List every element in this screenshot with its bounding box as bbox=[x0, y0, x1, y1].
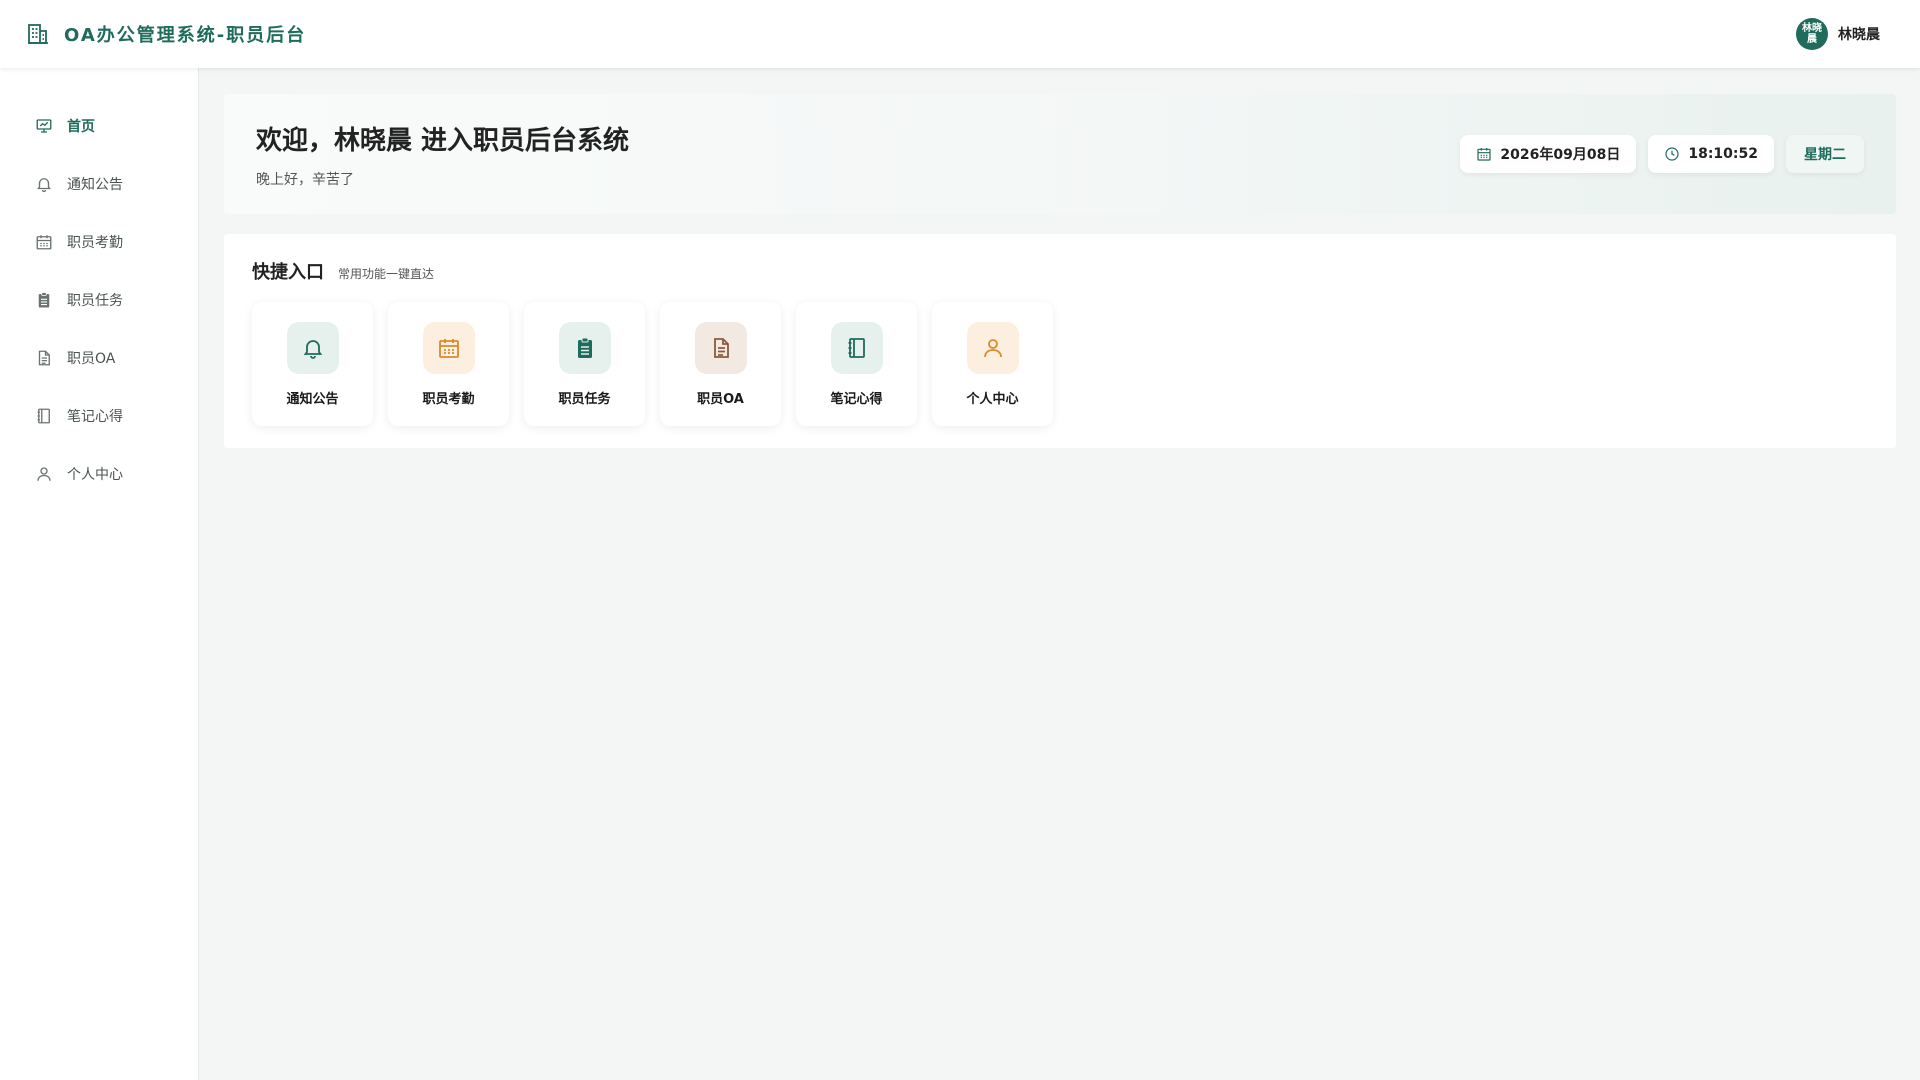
calendar-icon bbox=[1477, 148, 1492, 161]
sidebar-item-attendance[interactable]: 职员考勤 bbox=[0, 213, 198, 271]
sidebar-item-label: 首页 bbox=[67, 119, 95, 135]
calendar-icon bbox=[438, 339, 459, 358]
card-icon-tile bbox=[966, 322, 1019, 374]
quick-card-profile[interactable]: 个人中心 bbox=[932, 302, 1053, 426]
building-icon bbox=[28, 24, 48, 44]
user-icon bbox=[37, 467, 51, 481]
time-pill: 18:10:52 bbox=[1648, 135, 1774, 173]
sidebar-item-label: 笔记心得 bbox=[67, 409, 123, 425]
sidebar-item-label: 职员OA bbox=[67, 351, 116, 367]
document-icon bbox=[38, 350, 50, 366]
current-time: 18:10:52 bbox=[1688, 146, 1758, 162]
date-pill: 2026年09月08日 bbox=[1460, 135, 1637, 173]
user-menu[interactable]: 林晓晨 林晓晨 bbox=[1796, 18, 1880, 50]
card-icon-tile bbox=[830, 322, 883, 374]
quick-access-panel: 快捷入口 常用功能一键直达 通知公告 职员考勤 职员任务 职员OA 笔记心得 个… bbox=[224, 234, 1896, 448]
sidebar-item-oa[interactable]: 职员OA bbox=[0, 329, 198, 387]
home-chart-icon bbox=[36, 119, 52, 133]
sidebar-item-label: 职员考勤 bbox=[67, 235, 123, 251]
card-label: 职员任务 bbox=[558, 392, 611, 407]
card-label: 个人中心 bbox=[966, 392, 1019, 407]
welcome-banner: 欢迎，林晓晨 进入职员后台系统 晚上好，辛苦了 2026年09月08日 18:1… bbox=[224, 94, 1896, 214]
brand[interactable]: OA办公管理系统-职员后台 bbox=[26, 21, 306, 47]
welcome-title: 欢迎，林晓晨 进入职员后台系统 bbox=[256, 125, 630, 156]
card-icon-tile bbox=[422, 322, 475, 374]
avatar[interactable]: 林晓晨 bbox=[1796, 18, 1828, 50]
current-weekday: 星期二 bbox=[1804, 147, 1846, 163]
sidebar-item-home[interactable]: 首页 bbox=[0, 97, 198, 155]
bell-icon bbox=[303, 340, 322, 359]
clipboard-icon bbox=[38, 292, 50, 308]
bell-icon bbox=[37, 178, 51, 193]
quick-card-notes[interactable]: 笔记心得 bbox=[796, 302, 917, 426]
user-icon bbox=[983, 339, 1002, 358]
card-icon-tile bbox=[286, 322, 339, 374]
clock-icon bbox=[1665, 147, 1679, 161]
quick-card-oa[interactable]: 职员OA bbox=[660, 302, 781, 426]
welcome-text: 欢迎，林晓晨 进入职员后台系统 晚上好，辛苦了 bbox=[256, 120, 629, 189]
sidebar-item-label: 通知公告 bbox=[67, 177, 123, 193]
quick-access-subtitle: 常用功能一键直达 bbox=[338, 267, 435, 281]
sidebar-item-label: 职员任务 bbox=[67, 293, 123, 309]
sidebar-item-tasks[interactable]: 职员任务 bbox=[0, 271, 198, 329]
quick-card-tasks[interactable]: 职员任务 bbox=[524, 302, 645, 426]
document-icon bbox=[713, 338, 729, 358]
quick-access-cards: 通知公告 职员考勤 职员任务 职员OA 笔记心得 个人中心 bbox=[252, 302, 1868, 426]
card-icon-tile bbox=[694, 322, 747, 374]
card-label: 通知公告 bbox=[286, 392, 339, 407]
user-name[interactable]: 林晓晨 bbox=[1838, 24, 1880, 44]
sidebar-item-profile[interactable]: 个人中心 bbox=[0, 445, 198, 503]
quick-card-notices[interactable]: 通知公告 bbox=[252, 302, 373, 426]
calendar-icon bbox=[36, 235, 52, 250]
card-label: 职员考勤 bbox=[422, 392, 475, 407]
card-label: 职员OA bbox=[697, 392, 744, 407]
notebook-icon bbox=[37, 408, 50, 424]
sidebar: 首页 通知公告 职员考勤 职员任务 职员OA 笔记心得 个人中心 bbox=[0, 68, 199, 1080]
notebook-icon bbox=[848, 338, 865, 358]
current-date: 2026年09月08日 bbox=[1500, 147, 1621, 163]
quick-card-attendance[interactable]: 职员考勤 bbox=[388, 302, 509, 426]
quick-access-title: 快捷入口 bbox=[252, 262, 324, 283]
sidebar-item-label: 个人中心 bbox=[67, 467, 123, 483]
quick-access-header: 快捷入口 常用功能一键直达 bbox=[252, 258, 1868, 284]
app-title: OA办公管理系统-职员后台 bbox=[64, 25, 307, 46]
card-label: 笔记心得 bbox=[830, 392, 883, 407]
top-header: OA办公管理系统-职员后台 林晓晨 林晓晨 bbox=[0, 0, 1920, 68]
card-icon-tile bbox=[558, 322, 611, 374]
clipboard-icon bbox=[577, 337, 592, 358]
welcome-subtitle: 晚上好，辛苦了 bbox=[256, 171, 354, 188]
date-time-group: 2026年09月08日 18:10:52 星期二 bbox=[1460, 135, 1864, 173]
sidebar-item-notices[interactable]: 通知公告 bbox=[0, 155, 198, 213]
weekday-pill: 星期二 bbox=[1786, 135, 1864, 173]
sidebar-item-notes[interactable]: 笔记心得 bbox=[0, 387, 198, 445]
